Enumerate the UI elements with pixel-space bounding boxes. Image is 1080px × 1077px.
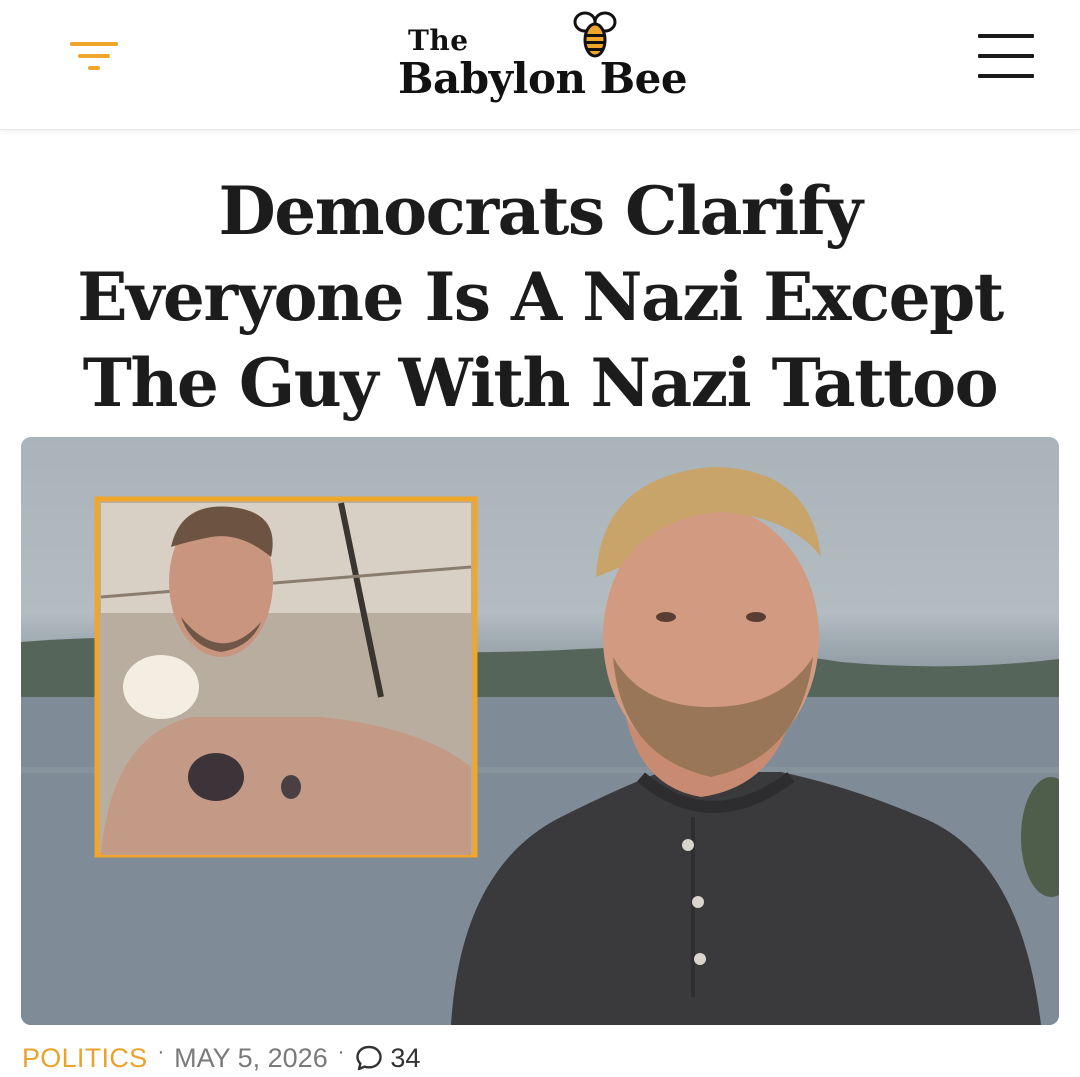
site-header: The Babylon Bee <box>0 0 1080 130</box>
headline-line-1: Democrats Clarify <box>218 172 863 250</box>
site-logo[interactable]: The Babylon Bee <box>398 8 708 120</box>
article-hero-image[interactable] <box>21 437 1059 1025</box>
separator-dot: · <box>157 1040 165 1063</box>
article-headline[interactable]: Democrats Clarify Everyone Is A Nazi Exc… <box>40 168 1040 426</box>
logo-the-text: The <box>408 24 469 57</box>
menu-button[interactable] <box>972 30 1038 86</box>
category-link[interactable]: POLITICS <box>22 1043 147 1074</box>
comment-count: 34 <box>390 1042 421 1073</box>
separator-dot: · <box>337 1040 345 1063</box>
headline-line-2: Everyone Is A Nazi Except <box>77 258 1004 336</box>
publish-date: MAY 5, 2026 <box>174 1042 328 1073</box>
hero-photo <box>21 467 1059 1025</box>
headline-line-3: The Guy With Nazi Tattoo <box>82 344 999 422</box>
comments-link[interactable]: 34 <box>354 1043 420 1074</box>
comment-bubble-icon <box>356 1045 383 1071</box>
logo-main-text: Babylon Bee <box>398 54 688 103</box>
bee-icon <box>573 11 617 58</box>
article-meta: POLITICS · MAY 5, 2026 · 34 <box>22 1040 420 1076</box>
filter-button[interactable] <box>62 36 124 80</box>
